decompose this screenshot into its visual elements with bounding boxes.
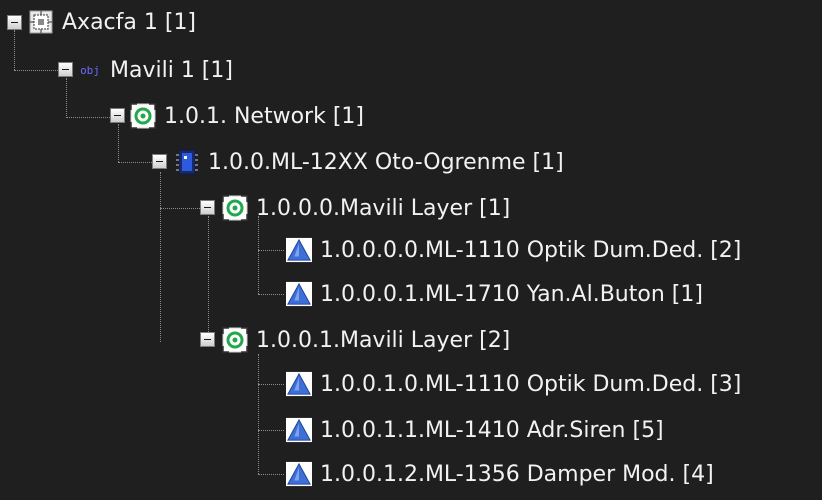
tree-node-label: 1.0.0.1.0.ML-1110 Optik Dum.Ded. [3] [320, 371, 742, 397]
tree-connector [160, 208, 200, 209]
tree-node-device[interactable]: 1.0.0.0.0.ML-1110 Optik Dum.Ded. [2] [286, 231, 741, 269]
tree-connector [66, 78, 67, 118]
tree-connector [258, 250, 284, 251]
tree-connector [160, 172, 161, 342]
tree-view: Axacfa 1 [1] obj Mavili 1 [1] 1.0.1. Net… [0, 0, 822, 500]
tree-node-device[interactable]: 1.0.0.1.2.ML-1356 Damper Mod. [4] [286, 455, 714, 493]
tree-node-label: 1.0.0.0.Mavili Layer [1] [256, 195, 511, 221]
triangle-device-icon [286, 371, 312, 397]
tree-connector [66, 117, 110, 118]
tree-node-device[interactable]: 1.0.0.1.0.ML-1110 Optik Dum.Ded. [3] [286, 365, 741, 403]
tree-connector [14, 30, 15, 70]
tree-node-layer-0[interactable]: 1.0.0.0.Mavili Layer [1] [222, 189, 510, 227]
collapse-toggle[interactable] [7, 15, 22, 30]
chip-icon [174, 149, 200, 175]
tree-node-module[interactable]: 1.0.0.ML-12XX Oto-Ogrenme [1] [174, 143, 564, 181]
tree-connector [258, 430, 284, 431]
tree-node-device[interactable]: 1.0.0.0.1.ML-1710 Yan.Al.Buton [1] [286, 275, 703, 313]
triangle-device-icon [286, 461, 312, 487]
network-icon [222, 195, 248, 221]
network-icon [130, 103, 156, 129]
tree-node-label: 1.0.0.0.0.ML-1110 Optik Dum.Ded. [2] [320, 237, 742, 263]
collapse-toggle[interactable] [110, 108, 125, 123]
tree-connector [14, 70, 58, 71]
tree-connector [208, 216, 209, 338]
tree-node-label: 1.0.0.1.2.ML-1356 Damper Mod. [4] [320, 461, 714, 487]
tree-node-label: 1.0.0.0.1.ML-1710 Yan.Al.Buton [1] [320, 281, 703, 307]
tree-connector [258, 474, 284, 475]
triangle-device-icon [286, 281, 312, 307]
tree-node-layer-1[interactable]: 1.0.0.1.Mavili Layer [2] [222, 321, 510, 359]
collapse-toggle[interactable] [200, 200, 215, 215]
tree-node-device[interactable]: 1.0.0.1.1.ML-1410 Adr.Siren [5] [286, 411, 664, 449]
tree-node-mavili[interactable]: obj Mavili 1 [1] [78, 51, 233, 89]
tree-node-label: 1.0.0.ML-12XX Oto-Ogrenme [1] [208, 149, 564, 175]
tree-node-label: Axacfa 1 [1] [62, 9, 197, 35]
collapse-toggle[interactable] [152, 154, 167, 169]
tree-connector [258, 384, 284, 385]
obj-icon: obj [80, 63, 100, 77]
tree-node-label: 1.0.0.1.Mavili Layer [2] [256, 327, 511, 353]
tree-connector [118, 124, 119, 162]
tree-connector [258, 294, 284, 295]
tree-connector [258, 216, 259, 294]
grid-device-icon [28, 9, 54, 35]
collapse-toggle[interactable] [58, 62, 73, 77]
tree-node-network[interactable]: 1.0.1. Network [1] [130, 97, 364, 135]
tree-node-axacfa[interactable]: Axacfa 1 [1] [28, 3, 196, 41]
network-icon [222, 327, 248, 353]
tree-node-label: Mavili 1 [1] [110, 57, 233, 83]
triangle-device-icon [286, 237, 312, 263]
tree-connector [118, 162, 152, 163]
tree-node-label: 1.0.0.1.1.ML-1410 Adr.Siren [5] [320, 417, 664, 443]
collapse-toggle[interactable] [200, 332, 215, 347]
triangle-device-icon [286, 417, 312, 443]
tree-node-label: 1.0.1. Network [1] [164, 103, 364, 129]
tree-connector [258, 354, 259, 474]
